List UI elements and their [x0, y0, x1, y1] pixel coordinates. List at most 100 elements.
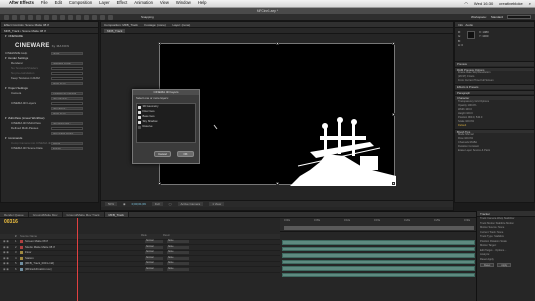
layer-mode-select[interactable]: Normal: [145, 240, 163, 244]
tracker-reset-button[interactable]: Reset: [480, 263, 495, 267]
layer-color-label[interactable]: [20, 240, 23, 244]
property-control[interactable]: Set Layers...: [51, 106, 83, 111]
checkbox[interactable]: [138, 116, 141, 119]
layer-list[interactable]: 3D Geometry Floor Geo Base Geo Sky Shadow Re…: [136, 102, 196, 143]
layer-parent-select[interactable]: None: [167, 251, 189, 255]
layer-mode-select[interactable]: Normal: [145, 251, 163, 255]
eraser-tool-icon[interactable]: [92, 14, 97, 20]
layer-parent-select[interactable]: None: [167, 267, 189, 271]
layer-mode-select[interactable]: Normal: [145, 256, 163, 260]
layer-parent-select[interactable]: None: [167, 240, 189, 244]
layer-color-label[interactable]: [20, 262, 23, 266]
snapping-toggle[interactable]: Snapping: [141, 15, 154, 19]
property-control[interactable]: Extract: [51, 146, 83, 151]
menu-composition[interactable]: Composition: [69, 1, 92, 5]
layer-color-label[interactable]: [20, 267, 23, 271]
bbox-handle[interactable]: [158, 182, 161, 185]
info-tab[interactable]: Info: [458, 23, 463, 27]
type-tool-icon[interactable]: [68, 14, 73, 20]
property-control[interactable]: Show: [51, 51, 83, 56]
timeline-tab[interactable]: Ground/Matte Mov Track: [63, 212, 105, 217]
region-icon[interactable]: ▢: [169, 202, 172, 206]
menu-layer[interactable]: Layer: [99, 1, 109, 5]
property-control[interactable]: [51, 126, 83, 131]
layer-duration-bar[interactable]: [282, 240, 475, 245]
view-layout-select[interactable]: 1 View: [209, 202, 225, 206]
layer-duration-bar[interactable]: [282, 246, 475, 251]
comp-breadcrumb-item[interactable]: MFB_Track: [104, 29, 126, 33]
layer-name[interactable]: [MFB_Track_0001.c4d]: [25, 262, 145, 265]
property-control[interactable]: CINEMA 4D Camera: [51, 91, 83, 96]
layer-name[interactable]: Floor: [25, 251, 145, 254]
roto-brush-tool-icon[interactable]: [100, 14, 105, 20]
app-menu[interactable]: After Effects: [9, 1, 34, 5]
checkbox[interactable]: [138, 111, 141, 114]
timeline-tab[interactable]: MFB_Track: [104, 212, 129, 217]
checkbox[interactable]: [138, 121, 141, 124]
layer-visibility-icons[interactable]: ◉ ◉: [3, 240, 15, 243]
layer-name[interactable]: Screen Matte 08 Л: [25, 240, 145, 243]
checkbox[interactable]: [138, 106, 141, 109]
layer-visibility-icons[interactable]: ◉ ◉: [3, 262, 15, 265]
composition-tab[interactable]: Composition: MFB_Track: [104, 23, 138, 27]
layer-color-label[interactable]: [20, 251, 23, 255]
camera-tool-icon[interactable]: [36, 14, 41, 20]
zoom-select[interactable]: 50%: [105, 202, 118, 206]
clone-tool-icon[interactable]: [84, 14, 89, 20]
layer-parent-select[interactable]: None: [167, 245, 189, 249]
layer-list-item[interactable]: Reserve: [138, 125, 194, 130]
property-control[interactable]: Merge: [51, 141, 83, 146]
playhead[interactable]: [77, 218, 78, 301]
bbox-handle[interactable]: [158, 42, 161, 45]
panel-section-header[interactable]: Effects & Presets: [455, 84, 534, 89]
audio-tab[interactable]: Audio: [465, 23, 473, 27]
pan-behind-tool-icon[interactable]: [44, 14, 49, 20]
tracker-line[interactable]: Reset Apply: [477, 258, 535, 263]
property-control[interactable]: Standard (Final): [51, 61, 83, 66]
search-help-field[interactable]: [507, 15, 531, 19]
bbox-handle[interactable]: [276, 182, 279, 185]
layer-mode-select[interactable]: Normal: [145, 262, 163, 266]
effect-property-row[interactable]: CINEMA 4D Scene Data Extract: [1, 146, 98, 151]
menu-animation[interactable]: Animation: [134, 1, 153, 5]
menu-help[interactable]: Help: [198, 1, 207, 5]
menu-file[interactable]: File: [41, 1, 48, 5]
mask-tool-icon[interactable]: [52, 14, 57, 20]
hand-tool-icon[interactable]: [12, 14, 17, 20]
layer-tab[interactable]: Layer: (none): [172, 23, 190, 27]
preview-tab[interactable]: Preview: [455, 61, 534, 66]
timeline-timecode[interactable]: 00316: [4, 220, 18, 225]
effect-header[interactable]: CINEWARE: [1, 34, 98, 39]
workspace-select[interactable]: Standard: [491, 15, 503, 19]
property-control[interactable]: [51, 71, 83, 76]
layer-duration-bar[interactable]: [282, 259, 475, 264]
layer-duration-bar[interactable]: [282, 266, 475, 271]
tracker-apply-button[interactable]: Apply: [497, 263, 512, 267]
panel-section-header[interactable]: Paragraph: [455, 89, 534, 95]
camera-select[interactable]: Active Camera: [177, 202, 204, 206]
menu-effect[interactable]: Effect: [117, 1, 128, 5]
property-control[interactable]: Set Multi-Pass...: [51, 121, 83, 126]
property-control[interactable]: Apply to All: [51, 111, 83, 116]
timeline-tab[interactable]: Ground/Matte Mov: [29, 212, 63, 217]
clock[interactable]: Wed 16:30: [474, 1, 493, 6]
layer-name[interactable]: Station: [25, 257, 145, 260]
footage-tab[interactable]: Footage: (none): [144, 23, 165, 27]
property-control[interactable]: [51, 101, 83, 106]
layer-duration-bar[interactable]: [282, 272, 475, 277]
layer-color-label[interactable]: [20, 245, 23, 249]
layer-row[interactable]: ◉ ◉ 6 [MFtrackFinalAt.mov] Normal None: [0, 267, 280, 273]
layer-name[interactable]: [MFtrackFinalAt.mov]: [25, 268, 145, 271]
property-control[interactable]: [51, 66, 83, 71]
zoom-tool-icon[interactable]: [20, 14, 25, 20]
property-control[interactable]: Apply to All: [51, 81, 83, 86]
layer-visibility-icons[interactable]: ◉ ◉: [3, 251, 15, 254]
layer-visibility-icons[interactable]: ◉ ◉: [3, 268, 15, 271]
menu-view[interactable]: View: [160, 1, 169, 5]
puppet-tool-icon[interactable]: [108, 14, 113, 20]
pen-tool-icon[interactable]: [60, 14, 65, 20]
layer-duration-bar[interactable]: [282, 253, 475, 258]
resolution-select[interactable]: Full: [151, 202, 163, 206]
brush-tool-icon[interactable]: [76, 14, 81, 20]
layer-parent-select[interactable]: None: [167, 256, 189, 260]
